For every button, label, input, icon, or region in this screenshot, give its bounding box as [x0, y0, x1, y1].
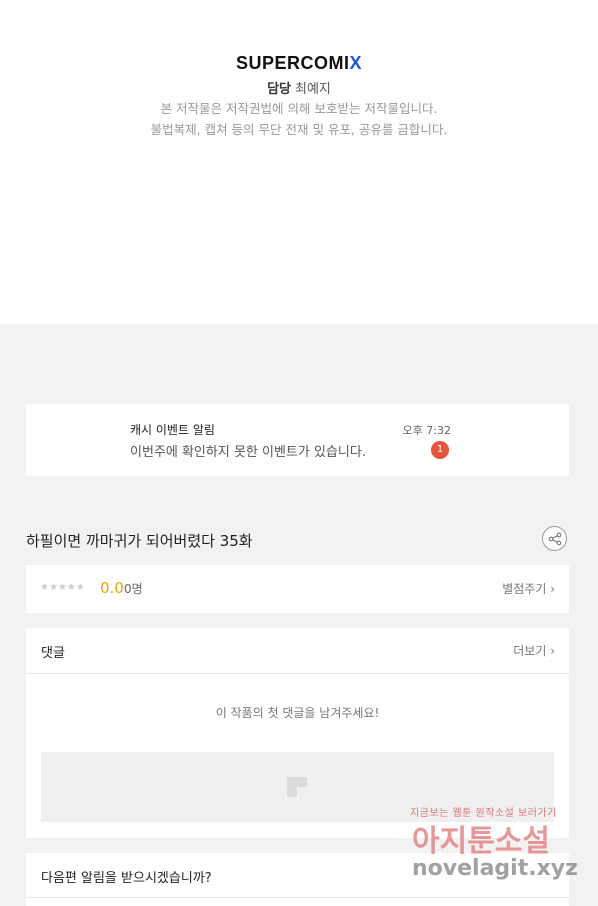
credit-label: 담당: [267, 82, 292, 97]
credit-name: 최예지: [295, 82, 331, 97]
divider: [26, 897, 569, 898]
credit-line: 담당 최예지: [0, 78, 598, 97]
watermark-line-2: 아지툰소설: [412, 824, 550, 859]
comment-placeholder-icon: [287, 777, 307, 797]
next-episode-question: 다음편 알림을 받으시겠습니까?: [41, 871, 212, 886]
cash-event-notification[interactable]: 캐시 이벤트 알림 이번주에 확인하지 못한 이벤트가 있습니다. 오후 7:3…: [26, 404, 569, 476]
rating-count: 0명: [124, 582, 143, 596]
publisher-panel: SUPERCOMIX 담당 최예지 본 저작물은 저작권법에 의해 보호받는 저작…: [0, 0, 598, 324]
comments-title: 댓글: [41, 646, 65, 661]
notification-message: 이번주에 확인하지 못한 이벤트가 있습니다.: [130, 445, 366, 460]
notification-title: 캐시 이벤트 알림: [130, 423, 215, 437]
rating-score: 0.0: [100, 579, 124, 597]
comments-more-link[interactable]: 더보기 ›: [513, 642, 555, 659]
episode-title: 하필이면 까마귀가 되어버렸다 35화: [26, 532, 253, 550]
rating-card: ★★★★★ 0.0 0명 별점주기 ›: [26, 565, 569, 613]
supercomix-logo: SUPERCOMIX: [235, 53, 363, 73]
share-button[interactable]: [542, 526, 567, 551]
rate-button[interactable]: 별점주기 ›: [502, 580, 555, 597]
watermark: 지금보는 웹툰 원작소설 보러가기 아지툰소설 novelagit.xyz: [408, 800, 578, 896]
share-icon: [548, 532, 562, 546]
comments-empty-message: 이 작품의 첫 댓글을 남겨주세요!: [215, 706, 380, 720]
copyright-line-2: 불법복제, 캡쳐 등의 무단 전재 및 유포, 공유를 금합니다.: [150, 122, 448, 137]
copyright-line-1: 본 저작물은 저작권법에 의해 보호받는 저작물입니다.: [160, 101, 438, 116]
comments-header: 댓글 더보기 ›: [26, 628, 569, 674]
star-rating: ★★★★★: [40, 582, 85, 593]
watermark-line-3: novelagit.xyz: [412, 856, 578, 881]
notification-time: 오후 7:32: [402, 424, 451, 437]
notification-badge: 1: [431, 441, 449, 459]
